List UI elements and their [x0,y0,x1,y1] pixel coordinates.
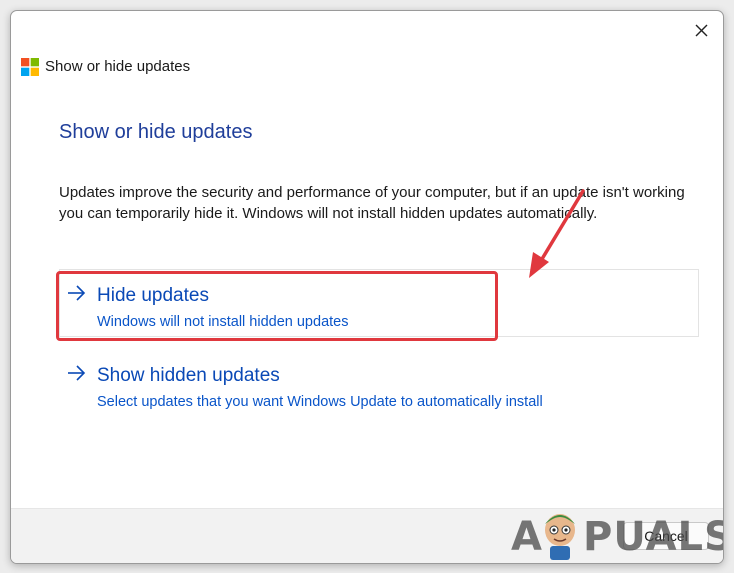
dialog-footer: Cancel [11,508,723,563]
arrow-right-icon [68,365,86,381]
show-hidden-updates-option[interactable]: Show hidden updates Select updates that … [59,349,699,417]
cancel-button[interactable]: Cancel [623,522,709,550]
arrow-right-icon [68,285,86,301]
hide-updates-subtitle: Windows will not install hidden updates [97,314,349,330]
windows-logo-icon [21,58,39,76]
show-hidden-updates-title[interactable]: Show hidden updates [97,364,280,388]
window-title: Show or hide updates [45,58,191,75]
dialog-window: Show or hide updates Show or hide update… [10,10,724,564]
close-icon[interactable] [687,17,717,45]
description-text: Updates improve the security and perform… [59,184,685,222]
hide-updates-option[interactable]: Hide updates Windows will not install hi… [59,269,699,337]
title-bar: Show or hide updates [11,11,723,103]
show-hidden-updates-subtitle: Select updates that you want Windows Upd… [97,394,543,410]
page-heading: Show or hide updates [59,121,253,143]
close-button[interactable] [687,17,717,45]
hide-updates-title[interactable]: Hide updates [97,284,209,308]
